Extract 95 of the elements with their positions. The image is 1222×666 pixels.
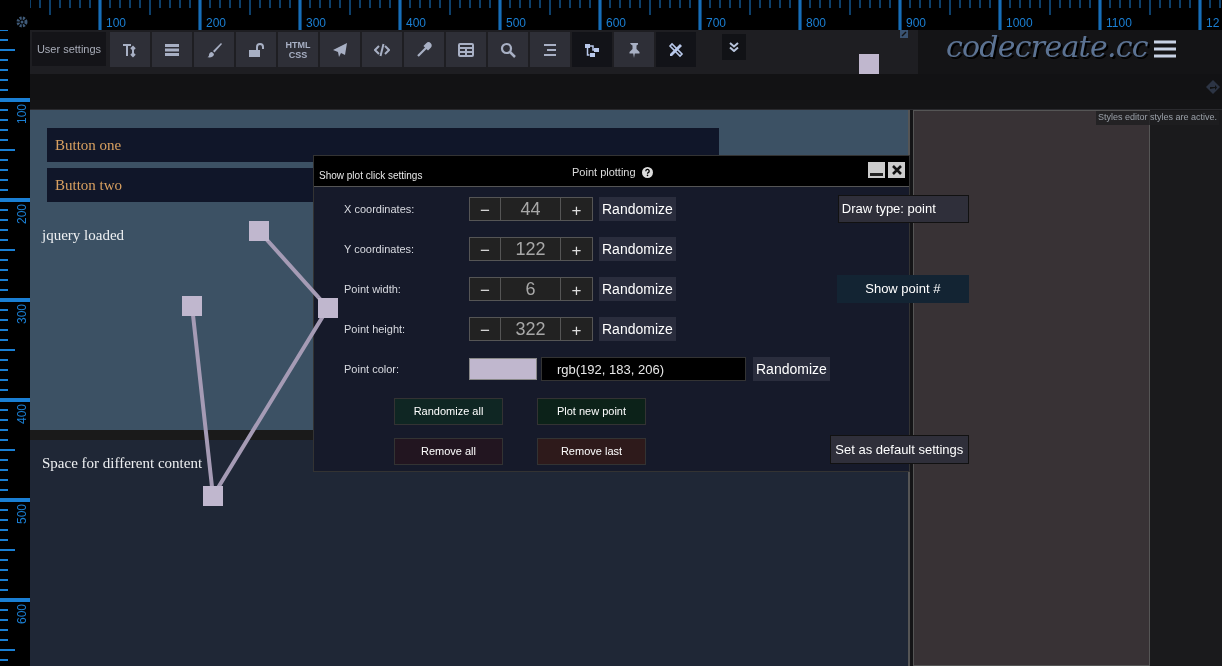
plot-point — [182, 296, 202, 316]
toolbar-button[interactable]: HTML CSS — [278, 32, 318, 67]
search-icon — [500, 41, 516, 58]
action-button[interactable]: Randomize all — [394, 398, 503, 425]
toolbar-button[interactable] — [362, 32, 402, 67]
number-field[interactable]: 6 — [500, 277, 561, 301]
align-icon — [542, 41, 558, 58]
code-icon — [374, 41, 390, 58]
ruler-label: 700 — [706, 16, 727, 30]
hierarchy-icon — [584, 41, 600, 58]
toolbar-button[interactable] — [152, 32, 192, 67]
text-size-icon — [122, 41, 138, 58]
toolbar-button[interactable] — [530, 32, 570, 67]
increment-button[interactable]: + — [560, 277, 593, 301]
server-icon — [164, 41, 180, 58]
toolbar-button[interactable] — [320, 32, 360, 67]
option-button[interactable]: Show point # — [836, 275, 969, 303]
toolbar-button[interactable] — [110, 32, 150, 67]
increment-button[interactable]: + — [560, 237, 593, 261]
pipette-icon — [416, 41, 432, 58]
randomize-button[interactable]: Randomize — [599, 237, 676, 261]
content-text: Space for different content — [42, 454, 203, 473]
settings-icon[interactable] — [16, 16, 28, 28]
toolbar-button[interactable] — [488, 32, 528, 67]
minimize-icon — [870, 173, 883, 176]
field-label: Y coordinates: — [344, 241, 416, 257]
ruler-label: 500 — [15, 504, 29, 525]
ruler-label: 600 — [606, 16, 627, 30]
toolbar-button[interactable] — [614, 32, 654, 67]
randomize-button[interactable]: Randomize — [599, 317, 676, 341]
ruler-label: 600 — [15, 604, 29, 625]
toolbar-button[interactable] — [446, 32, 486, 67]
field-label: X coordinates: — [344, 201, 416, 217]
number-field[interactable]: 322 — [500, 317, 561, 341]
ruler-label: 100 — [106, 16, 127, 30]
ruler-label: 200 — [206, 16, 227, 30]
option-button[interactable]: Draw type: point — [837, 195, 969, 223]
double-chevron-icon — [729, 42, 739, 52]
toolbar-button[interactable] — [656, 32, 696, 67]
plot-point — [203, 486, 223, 506]
ruler-label: 200 — [15, 204, 29, 225]
decrement-button[interactable]: − — [469, 317, 501, 341]
ruler-label: 900 — [906, 16, 927, 30]
ruler-label: 1000 — [1006, 16, 1033, 30]
action-button[interactable]: Plot new point — [537, 398, 646, 425]
decrement-button[interactable]: − — [469, 237, 501, 261]
ruler-label: 400 — [15, 404, 29, 425]
action-button[interactable]: Remove last — [537, 438, 646, 465]
help-icon[interactable] — [641, 166, 653, 178]
ruler-label: 300 — [306, 16, 327, 30]
field-label: Point color: — [344, 361, 401, 377]
notice-text: Styles editor styles are active. — [1096, 111, 1220, 125]
increment-button[interactable]: + — [560, 317, 593, 341]
plot-point — [318, 298, 338, 318]
menu-icon[interactable] — [1153, 40, 1176, 58]
paintbrush-icon — [206, 41, 222, 58]
toolbar-button[interactable] — [404, 32, 444, 67]
plot-point — [249, 221, 269, 241]
decrement-button[interactable]: − — [469, 277, 501, 301]
dialog-title: Point plotting — [572, 165, 636, 180]
randomize-button[interactable]: Randomize — [599, 277, 676, 301]
default-settings-button[interactable]: Set as default settings — [829, 435, 969, 464]
toolbar-button[interactable] — [236, 32, 276, 67]
ruler-label: 800 — [806, 16, 827, 30]
randomize-button[interactable]: Randomize — [753, 357, 830, 381]
expand-button[interactable] — [722, 34, 746, 60]
field-label: Point height: — [344, 321, 407, 337]
action-button[interactable]: Remove all — [394, 438, 503, 465]
minimize-button[interactable] — [868, 162, 885, 178]
toolbar-label: User settings — [32, 32, 106, 66]
ruler-label: 12 — [1206, 16, 1220, 30]
number-field[interactable]: 122 — [500, 237, 561, 261]
decrement-button[interactable]: − — [469, 197, 501, 221]
ruler-label: 100 — [15, 104, 29, 125]
unlocked-padlock-icon — [248, 41, 264, 58]
pencil-ruler-icon — [668, 41, 684, 58]
status-text: jquery loaded — [42, 226, 125, 245]
ruler-label: 500 — [506, 16, 527, 30]
close-button[interactable] — [888, 162, 905, 178]
plot-point — [859, 54, 879, 74]
ruler-label: 300 — [15, 304, 29, 325]
field-label: Point width: — [344, 281, 402, 297]
randomize-button[interactable]: Randomize — [599, 197, 676, 221]
ruler-label: 400 — [406, 16, 427, 30]
color-field[interactable]: rgb(192, 183, 206) — [541, 357, 746, 381]
number-field[interactable]: 44 — [500, 197, 561, 221]
paper-plane-icon — [332, 41, 348, 58]
table-icon — [458, 41, 474, 58]
toolbar-button[interactable] — [572, 32, 612, 67]
plot-settings-link[interactable]: Show plot click settings — [314, 159, 423, 183]
color-swatch[interactable] — [469, 358, 537, 380]
increment-button[interactable]: + — [560, 197, 593, 221]
close-icon — [891, 165, 902, 175]
site-logo[interactable]: codecreate.cc — [946, 30, 1148, 64]
ruler-label: 1100 — [1106, 16, 1132, 30]
